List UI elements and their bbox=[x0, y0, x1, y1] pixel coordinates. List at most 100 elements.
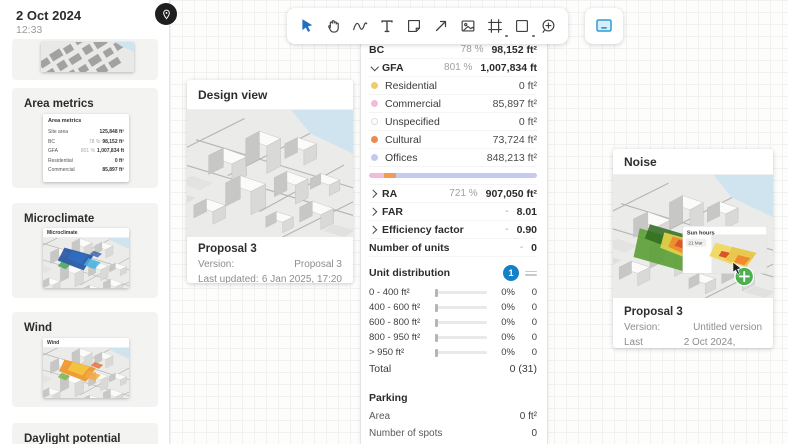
thumb-title: Wind bbox=[43, 338, 129, 348]
mini-row: GFA 801 % 1,007,834 ft bbox=[48, 148, 124, 154]
slider-handle[interactable] bbox=[435, 318, 438, 327]
square-icon bbox=[515, 20, 528, 32]
slider-handle[interactable] bbox=[435, 303, 438, 312]
cultural-dot bbox=[371, 136, 378, 143]
image-icon bbox=[461, 20, 475, 32]
count-badge[interactable]: 1 bbox=[503, 265, 519, 281]
updated-value: 6 Jan 2025, 17:20 bbox=[261, 274, 342, 283]
dropdown-dot bbox=[532, 34, 535, 37]
distribution-slider[interactable] bbox=[435, 288, 487, 297]
present-button[interactable] bbox=[585, 8, 623, 44]
distribution-slider[interactable] bbox=[435, 333, 487, 342]
design-view-card[interactable]: Design view Proposal 3 Version: Proposal… bbox=[187, 80, 353, 283]
area-metrics-thumbnail: Area metrics Site area 125,848 ft² BC 78 %… bbox=[43, 114, 129, 182]
card-title: Wind bbox=[24, 322, 52, 334]
sidebar-card-microclimate[interactable]: Microclimate Microclimate bbox=[12, 203, 158, 298]
card-title: Design view bbox=[187, 80, 353, 110]
metric-row-residential: Residential 0 ft² bbox=[369, 77, 537, 95]
select-tool-button[interactable] bbox=[293, 13, 319, 39]
sidebar-card-daylight[interactable]: Daylight potential bbox=[12, 423, 158, 444]
dropdown-dot bbox=[505, 34, 508, 37]
noise-image[interactable]: Sun hours 21 Mar bbox=[613, 175, 773, 298]
text-icon bbox=[381, 20, 393, 33]
overlay-title: Sun hours bbox=[687, 230, 715, 236]
mini-row: BC 78 % 98,152 ft² bbox=[48, 138, 124, 145]
metric-row-gfa[interactable]: GFA 801 % 1,007,834 ft bbox=[369, 59, 537, 77]
text-tool-button[interactable] bbox=[374, 13, 400, 39]
version-row: Version: Proposal 3 bbox=[187, 257, 353, 272]
sidebar-card-wind[interactable]: Wind Wind bbox=[12, 312, 158, 407]
board-date: 2 Oct 2024 bbox=[16, 8, 82, 23]
note-icon bbox=[408, 20, 420, 32]
version-row: Version: Untitled version bbox=[613, 320, 773, 335]
design-view-image[interactable] bbox=[187, 110, 353, 237]
mini-row: Residential 0 ft² bbox=[48, 157, 124, 164]
metric-row-number-of-units: Number of units - 0 bbox=[369, 239, 537, 257]
distribution-slider[interactable] bbox=[435, 303, 487, 312]
overlay-chip: 21 Mar bbox=[688, 241, 703, 246]
metric-row-offices: Offices 848,213 ft² bbox=[369, 149, 537, 167]
gfa-distribution-bar-row bbox=[369, 167, 537, 185]
metric-row-unspecified: Unspecified 0 ft² bbox=[369, 113, 537, 131]
frame-icon bbox=[487, 19, 502, 33]
location-pin-icon bbox=[162, 9, 170, 19]
parking-title: Parking bbox=[369, 392, 408, 404]
chevron-down-icon[interactable] bbox=[369, 63, 380, 73]
draw-tool-button[interactable] bbox=[347, 13, 373, 39]
card-title: Microclimate bbox=[24, 213, 95, 225]
updated-row: Last updated: 2 Oct 2024, 13:44 bbox=[613, 335, 773, 348]
sidebar-card-map[interactable] bbox=[12, 39, 158, 80]
unit-distribution-row: 800 - 950 ft² 0% 0 bbox=[369, 332, 537, 343]
wind-image bbox=[43, 338, 129, 398]
mini-row: Site area 125,848 ft² bbox=[48, 129, 124, 135]
updated-row: Last updated: 6 Jan 2025, 17:20 bbox=[187, 272, 353, 283]
version-value: Untitled version bbox=[693, 322, 762, 333]
updated-label: Last updated: bbox=[198, 274, 259, 283]
sidebar: 2 Oct 2024 12:33 Area metrics Area metri… bbox=[0, 0, 170, 444]
bar-segment-commercial bbox=[369, 173, 385, 178]
unit-distribution-row: > 950 ft² 0% 0 bbox=[369, 347, 537, 358]
offices-dot bbox=[371, 154, 378, 161]
sidebar-card-area-metrics[interactable]: Area metrics Area metrics Site area 125,8… bbox=[12, 88, 158, 188]
slider-handle[interactable] bbox=[435, 333, 438, 342]
slider-handle[interactable] bbox=[435, 288, 438, 297]
total-row: Total 0 (31) bbox=[369, 363, 537, 375]
chevron-right-icon[interactable] bbox=[369, 189, 380, 199]
distribution-slider[interactable] bbox=[435, 318, 487, 327]
unit-distribution-row: 600 - 800 ft² 0% 0 bbox=[369, 317, 537, 328]
map-thumbnail bbox=[41, 42, 134, 72]
noise-card[interactable]: Noise Sun hours 21 Mar Proposal 3 Versio… bbox=[613, 149, 773, 348]
arrow-tool-button[interactable] bbox=[428, 13, 454, 39]
metric-row-ra[interactable]: RA 721 % 907,050 ft² bbox=[369, 185, 537, 203]
proposal-name: Proposal 3 bbox=[198, 243, 257, 255]
mini-row: Commercial 85,897 ft² bbox=[48, 167, 124, 173]
residential-dot bbox=[371, 82, 378, 89]
distribution-slider[interactable] bbox=[435, 348, 487, 357]
metric-row-efficiency[interactable]: Efficiency factor - 0.90 bbox=[369, 221, 537, 239]
metric-row-far[interactable]: FAR - 8.01 bbox=[369, 203, 537, 221]
sun-hours-overlay-card[interactable]: Sun hours 21 Mar bbox=[682, 225, 768, 274]
board-time: 12:33 bbox=[16, 24, 43, 36]
presence-avatar[interactable] bbox=[155, 3, 177, 25]
chevron-right-icon[interactable] bbox=[369, 207, 380, 217]
shape-tool-button[interactable] bbox=[509, 13, 535, 39]
chevron-right-icon[interactable] bbox=[369, 225, 380, 235]
pan-tool-button[interactable] bbox=[320, 13, 346, 39]
frame-tool-button[interactable] bbox=[482, 13, 508, 39]
present-board-icon bbox=[596, 19, 612, 32]
board-canvas[interactable]: Design view Proposal 3 Version: Proposal… bbox=[170, 0, 788, 444]
image-tool-button[interactable] bbox=[455, 13, 481, 39]
thumb-title: Microclimate bbox=[43, 228, 129, 238]
card-title: Area metrics bbox=[24, 98, 94, 110]
card-title: Noise bbox=[613, 149, 773, 175]
wind-thumbnail: Wind bbox=[43, 338, 129, 398]
cursor-icon bbox=[302, 19, 313, 32]
sticky-note-tool-button[interactable] bbox=[401, 13, 427, 39]
unit-distribution-row: 0 - 400 ft² 0% 0 bbox=[369, 287, 537, 298]
updated-label: Last updated: bbox=[624, 337, 643, 348]
version-label: Version: bbox=[198, 259, 235, 270]
stepper-lines bbox=[525, 270, 537, 276]
comment-tool-button[interactable] bbox=[535, 13, 561, 39]
proposal-name: Proposal 3 bbox=[624, 306, 683, 318]
slider-handle[interactable] bbox=[435, 348, 438, 357]
